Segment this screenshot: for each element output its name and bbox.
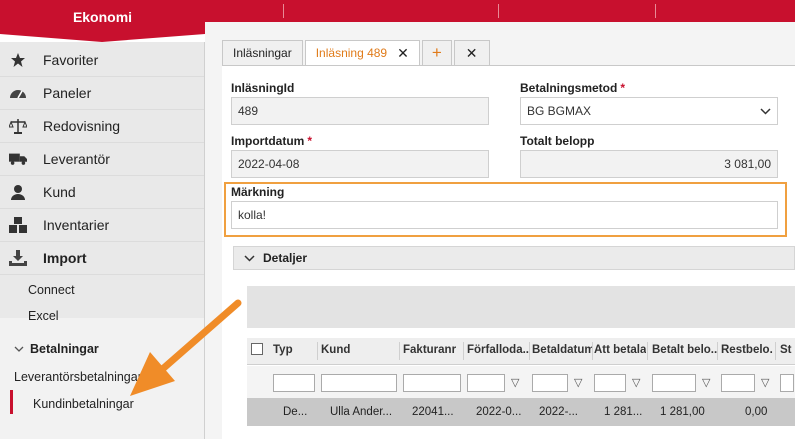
annotation-arrow <box>130 299 242 396</box>
